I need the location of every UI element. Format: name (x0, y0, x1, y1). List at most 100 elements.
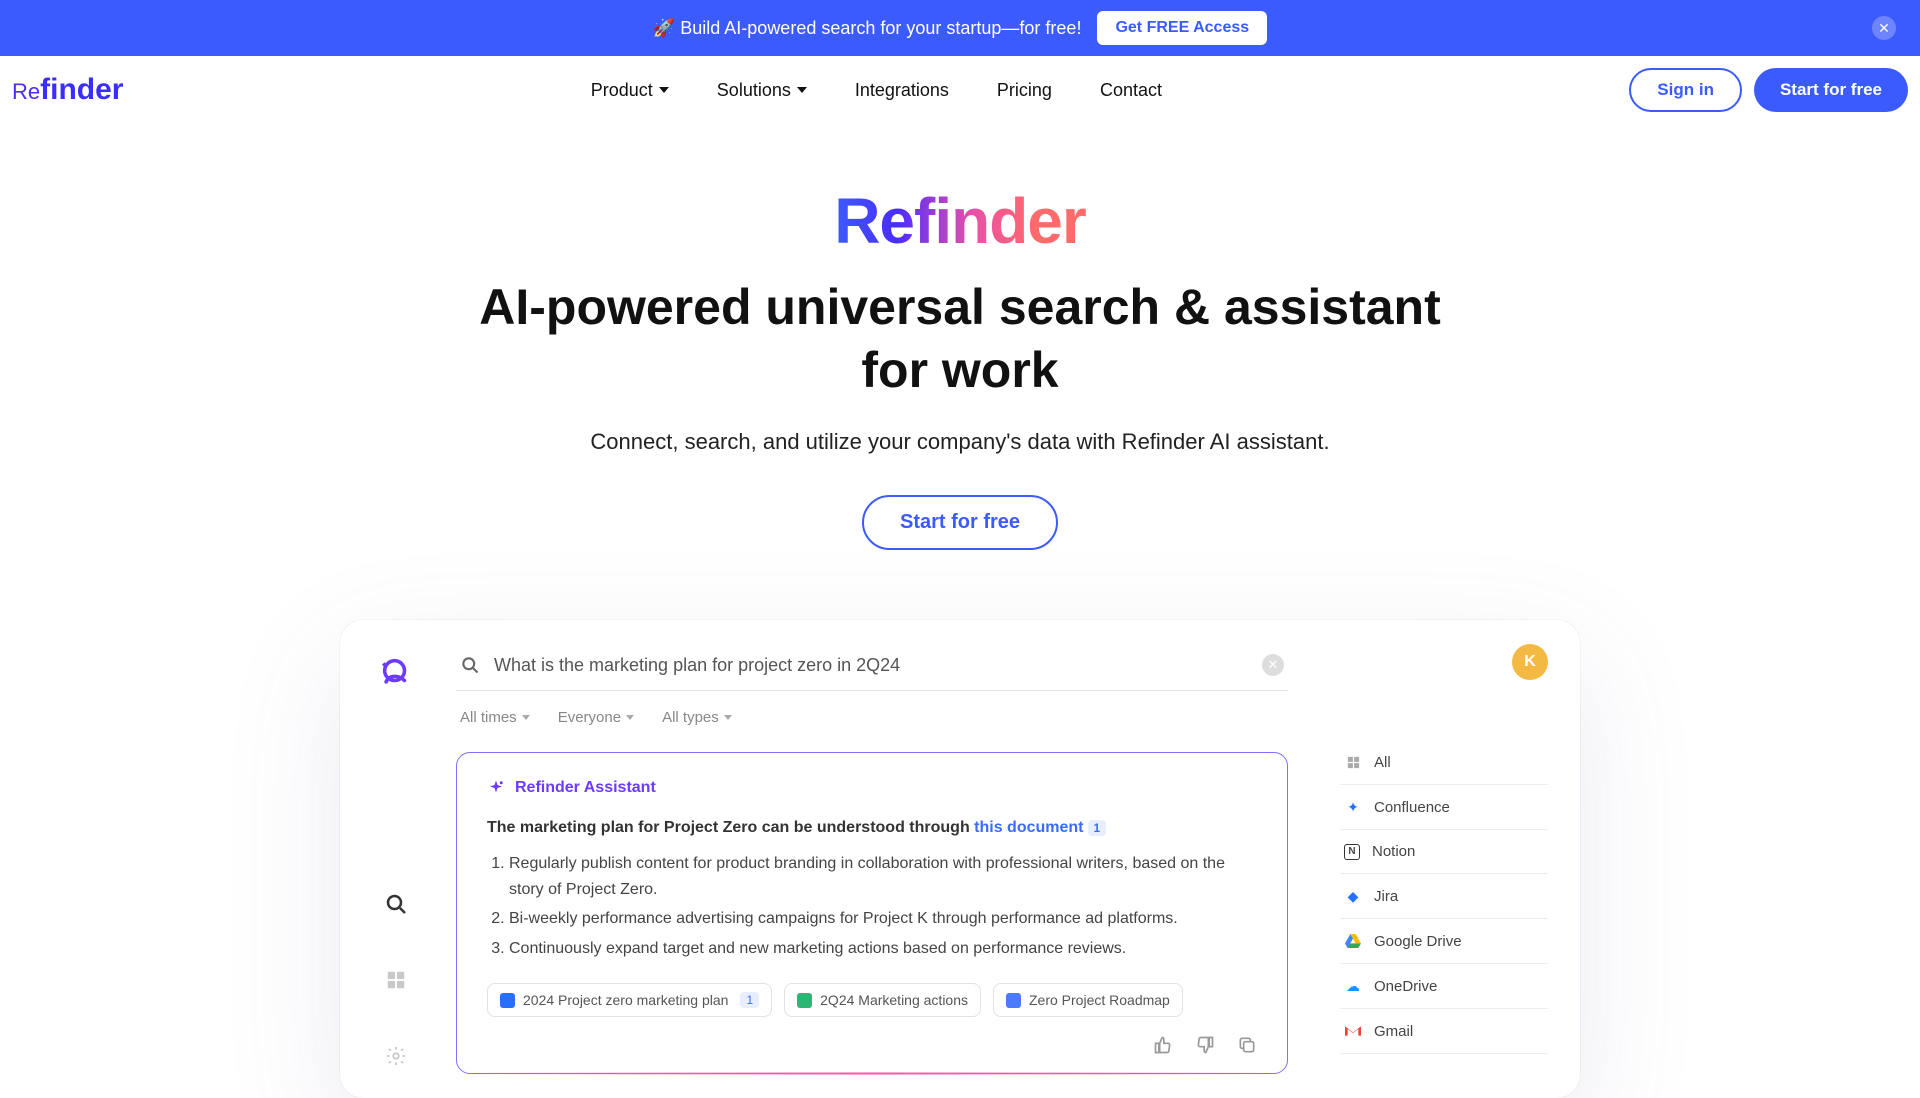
assistant-lead: The marketing plan for Project Zero can … (487, 819, 1257, 837)
gdrive-icon (1344, 932, 1362, 950)
start-free-button[interactable]: Start for free (1754, 68, 1908, 112)
hero-cta-button[interactable]: Start for free (862, 495, 1058, 550)
clear-search-button[interactable]: ✕ (1262, 654, 1284, 676)
banner-close-button[interactable]: ✕ (1872, 16, 1896, 40)
assistant-point: Bi-weekly performance advertising campai… (509, 906, 1257, 932)
filter-type[interactable]: All types (662, 709, 732, 726)
filter-label: Everyone (558, 709, 621, 726)
assistant-title: Refinder Assistant (515, 779, 656, 797)
nav-item-label: Pricing (997, 80, 1052, 101)
reference-chip[interactable]: Zero Project Roadmap (993, 983, 1183, 1017)
confluence-icon (500, 993, 515, 1008)
thumbs-down-icon[interactable] (1195, 1035, 1215, 1055)
nav-item-product[interactable]: Product (591, 80, 669, 101)
reference-chip[interactable]: 2024 Project zero marketing plan1 (487, 983, 772, 1017)
close-icon: ✕ (1878, 20, 1890, 37)
user-avatar[interactable]: K (1512, 644, 1548, 680)
reference-chip[interactable]: 2Q24 Marketing actions (784, 983, 981, 1017)
nav-item-pricing[interactable]: Pricing (997, 80, 1052, 101)
filter-row: All times Everyone All types (456, 691, 1288, 752)
source-label: Jira (1374, 888, 1398, 905)
source-label: Google Drive (1374, 933, 1462, 950)
rail-apps-icon[interactable] (378, 962, 414, 998)
hero-title-line2: for work (861, 342, 1058, 398)
source-item-jira[interactable]: ◆ Jira (1340, 874, 1548, 919)
notion-icon: N (1344, 844, 1360, 860)
caret-down-icon (724, 715, 732, 720)
hero-subtitle: Connect, search, and utilize your compan… (0, 429, 1920, 455)
logo-finder: finder (40, 73, 123, 106)
assistant-header: Refinder Assistant (487, 779, 1257, 797)
nav-item-label: Solutions (717, 80, 791, 101)
hero-title-line1: AI-powered universal search & assistant (479, 279, 1440, 335)
right-column: K All ✦ Confluence N Notion ◆ Jira Google D… (1316, 644, 1556, 1074)
hero-title: AI-powered universal search & assistant … (0, 276, 1920, 401)
grid-icon (1344, 753, 1362, 771)
nav-item-solutions[interactable]: Solutions (717, 80, 807, 101)
signin-button[interactable]: Sign in (1629, 68, 1742, 112)
source-label: Notion (1372, 843, 1415, 860)
filter-label: All times (460, 709, 517, 726)
sparkle-icon (487, 779, 505, 797)
banner-cta-button[interactable]: Get FREE Access (1097, 11, 1267, 45)
caret-down-icon (797, 87, 807, 93)
app-preview: ✕ All times Everyone All types Refinder … (340, 620, 1580, 1098)
nav-item-contact[interactable]: Contact (1100, 80, 1162, 101)
source-label: Gmail (1374, 1023, 1413, 1040)
top-nav: Refinder Product Solutions Integrations … (0, 56, 1920, 124)
source-item-all[interactable]: All (1340, 740, 1548, 785)
search-icon (460, 655, 480, 675)
source-item-confluence[interactable]: ✦ Confluence (1340, 785, 1548, 830)
source-item-onedrive[interactable]: ☁ OneDrive (1340, 964, 1548, 1009)
source-label: All (1374, 754, 1391, 771)
doc-icon (1006, 993, 1021, 1008)
assistant-point: Regularly publish content for product br… (509, 851, 1257, 902)
nav-item-label: Integrations (855, 80, 949, 101)
filter-time[interactable]: All times (460, 709, 530, 726)
assistant-point: Continuously expand target and new marke… (509, 936, 1257, 962)
chip-badge: 1 (740, 992, 759, 1008)
assistant-points: Regularly publish content for product br… (487, 851, 1257, 961)
card-actions (487, 1035, 1257, 1055)
search-bar: ✕ (456, 644, 1288, 691)
close-icon: ✕ (1268, 657, 1279, 673)
source-item-notion[interactable]: N Notion (1340, 830, 1548, 874)
filter-label: All types (662, 709, 719, 726)
sheets-icon (797, 993, 812, 1008)
source-label: OneDrive (1374, 978, 1437, 995)
side-rail (364, 644, 428, 1074)
chip-label: Zero Project Roadmap (1029, 992, 1170, 1008)
caret-down-icon (522, 715, 530, 720)
assistant-lead-text: The marketing plan for Project Zero can … (487, 819, 974, 836)
copy-icon[interactable] (1237, 1035, 1257, 1055)
hero-brand: Refinder (834, 184, 1086, 258)
chip-label: 2Q24 Marketing actions (820, 992, 968, 1008)
nav-actions: Sign in Start for free (1629, 68, 1908, 112)
main-column: ✕ All times Everyone All types Refinder … (428, 644, 1316, 1074)
jira-icon: ◆ (1344, 887, 1362, 905)
banner-text: 🚀 Build AI-powered search for your start… (653, 18, 1082, 39)
confluence-icon: ✦ (1344, 798, 1362, 816)
rail-search-icon[interactable] (378, 886, 414, 922)
logo[interactable]: Refinder (12, 73, 123, 107)
onedrive-icon: ☁ (1344, 977, 1362, 995)
gmail-icon (1344, 1022, 1362, 1040)
hero-section: Refinder AI-powered universal search & a… (0, 124, 1920, 550)
assistant-lead-link[interactable]: this document (974, 819, 1083, 836)
assistant-card: Refinder Assistant The marketing plan fo… (456, 752, 1288, 1074)
source-label: Confluence (1374, 799, 1450, 816)
citation-badge[interactable]: 1 (1088, 820, 1107, 836)
rail-logo-icon[interactable] (378, 654, 414, 690)
rail-settings-icon[interactable] (378, 1038, 414, 1074)
nav-links: Product Solutions Integrations Pricing C… (123, 80, 1629, 101)
nav-item-label: Product (591, 80, 653, 101)
source-item-gmail[interactable]: Gmail (1340, 1009, 1548, 1054)
thumbs-up-icon[interactable] (1153, 1035, 1173, 1055)
source-list: All ✦ Confluence N Notion ◆ Jira Google Dri… (1340, 740, 1548, 1054)
nav-item-label: Contact (1100, 80, 1162, 101)
caret-down-icon (659, 87, 669, 93)
search-input[interactable] (494, 655, 1248, 676)
nav-item-integrations[interactable]: Integrations (855, 80, 949, 101)
source-item-gdrive[interactable]: Google Drive (1340, 919, 1548, 964)
filter-people[interactable]: Everyone (558, 709, 634, 726)
